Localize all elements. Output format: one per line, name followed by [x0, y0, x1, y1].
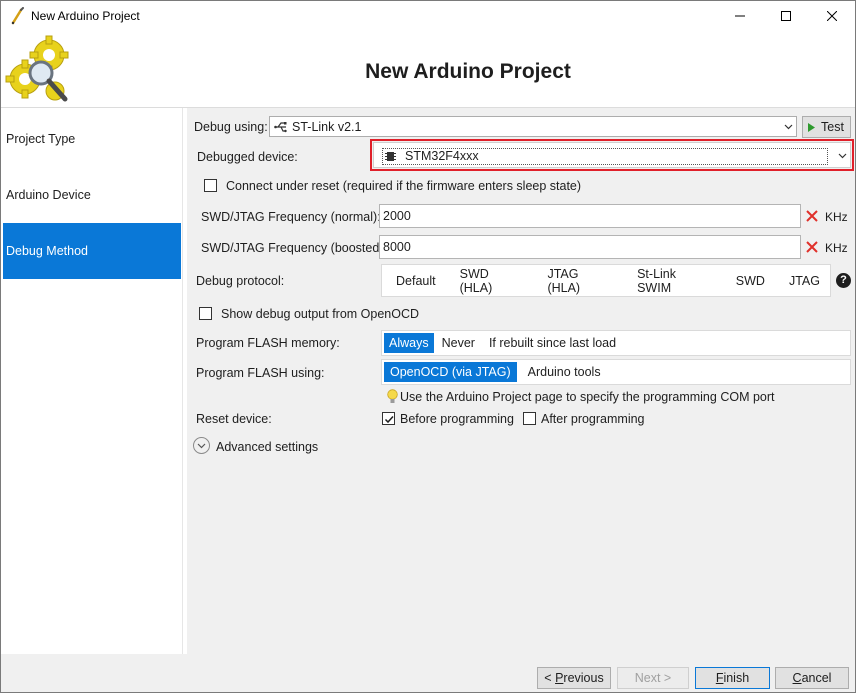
reset-device-label: Reset device: [196, 412, 272, 426]
minimize-button[interactable] [717, 1, 763, 31]
finish-rest: inish [723, 671, 750, 685]
protocol-option-swd[interactable]: SWD [726, 265, 779, 296]
finish-mnemonic: F [715, 671, 724, 685]
chevron-down-icon [784, 124, 793, 130]
sidebar-item-project-type[interactable]: Project Type [3, 111, 181, 167]
chevron-down-icon [838, 153, 847, 159]
debugged-device-label: Debugged device: [197, 150, 298, 164]
programming-hint: Use the Arduino Project page to specify … [400, 390, 775, 404]
sidebar-item-label: Debug Method [6, 244, 89, 258]
freq-normal-unit: KHz [825, 210, 848, 224]
window-title: New Arduino Project [31, 9, 140, 23]
chevron-down-icon [197, 443, 206, 449]
maximize-button[interactable] [763, 1, 809, 31]
debugged-device-dropdown[interactable]: STM32F4xxx [373, 142, 851, 168]
previous-button[interactable]: < Previous [537, 667, 611, 689]
protocol-option-default[interactable]: Default [386, 265, 450, 296]
show-debug-output-checkbox[interactable] [199, 307, 212, 320]
sidebar-item-label: Project Type [6, 132, 76, 146]
flash-using-selector: OpenOCD (via JTAG) Arduino tools [381, 359, 851, 385]
sidebar-item-arduino-device[interactable]: Arduino Device [3, 167, 181, 223]
protocol-option-jtag-hla[interactable]: JTAG (HLA) [537, 265, 627, 296]
close-icon [827, 11, 837, 21]
minimize-icon [735, 15, 745, 17]
flash-using-option-openocd[interactable]: OpenOCD (via JTAG) [384, 362, 517, 382]
flash-memory-selector: Always Never If rebuilt since last load [381, 330, 851, 356]
next-button[interactable]: Next > [617, 667, 689, 689]
checkmark-icon [384, 415, 394, 424]
previous-rest: revious [563, 671, 604, 685]
debugged-device-value: STM32F4xxx [405, 149, 479, 163]
error-x-icon [806, 241, 818, 253]
advanced-settings-expander[interactable] [193, 437, 210, 454]
debug-using-dropdown[interactable]: ST-Link v2.1 [269, 116, 797, 137]
reset-after-label: After programming [541, 412, 645, 426]
flash-using-label: Program FLASH using: [196, 366, 325, 380]
sidebar-item-debug-method[interactable]: Debug Method [3, 223, 181, 279]
reset-before-label: Before programming [400, 412, 514, 426]
play-icon [808, 122, 815, 132]
cancel-mnemonic: C [792, 671, 802, 685]
chip-icon [385, 152, 396, 161]
close-button[interactable] [809, 1, 855, 31]
previous-prefix: < [544, 671, 556, 685]
maximize-icon [781, 11, 791, 21]
title-bar: New Arduino Project [1, 1, 855, 31]
app-icon [11, 7, 24, 25]
debug-using-value: ST-Link v2.1 [292, 120, 362, 134]
protocol-option-stlink-swim[interactable]: St-Link SWIM [627, 265, 726, 296]
freq-normal-label: SWD/JTAG Frequency (normal): [201, 210, 381, 224]
cancel-rest: ancel [801, 671, 832, 685]
test-button[interactable]: Test [802, 116, 851, 138]
error-x-icon [806, 210, 818, 222]
test-button-label: Test [821, 120, 844, 134]
previous-mnemonic: P [555, 671, 564, 685]
wizard-header: New Arduino Project [1, 31, 855, 107]
protocol-option-jtag[interactable]: JTAG [779, 265, 830, 296]
debug-using-label: Debug using: [194, 120, 268, 134]
flash-memory-option-never[interactable]: Never [434, 331, 483, 355]
freq-boosted-label: SWD/JTAG Frequency (boosted): [201, 241, 387, 255]
wizard-sidebar: Project Type Arduino Device Debug Method [1, 108, 183, 654]
reset-before-checkbox[interactable] [382, 412, 395, 425]
debug-settings-panel: Debug using: ST-Link v2.1 Test Debugged … [187, 108, 855, 654]
page-title: New Arduino Project [365, 60, 571, 83]
usb-icon [274, 122, 287, 133]
connect-under-reset-checkbox[interactable] [204, 179, 217, 192]
flash-using-option-arduino-tools[interactable]: Arduino tools [517, 360, 612, 384]
protocol-option-swd-hla[interactable]: SWD (HLA) [450, 265, 538, 296]
wizard-footer: < Previous Next > Finish Cancel [1, 654, 855, 692]
flash-memory-label: Program FLASH memory: [196, 336, 340, 350]
lightbulb-icon [387, 389, 398, 403]
help-icon[interactable]: ? [836, 273, 851, 288]
reset-after-checkbox[interactable] [523, 412, 536, 425]
finish-button[interactable]: Finish [695, 667, 770, 689]
connect-under-reset-label: Connect under reset (required if the fir… [226, 179, 582, 193]
advanced-settings-label[interactable]: Advanced settings [216, 440, 318, 454]
sidebar-item-label: Arduino Device [6, 188, 91, 202]
debug-protocol-label: Debug protocol: [196, 274, 285, 288]
freq-boosted-unit: KHz [825, 241, 848, 255]
debug-protocol-selector: Default SWD (HLA) JTAG (HLA) St-Link SWI… [381, 264, 831, 297]
show-debug-output-label: Show debug output from OpenOCD [221, 307, 420, 321]
flash-memory-option-always[interactable]: Always [384, 333, 434, 353]
freq-normal-input[interactable]: 2000 [379, 204, 801, 228]
cancel-button[interactable]: Cancel [775, 667, 849, 689]
freq-boosted-input[interactable]: 8000 [379, 235, 801, 259]
dialog-window: New Arduino Project New Arduino Project … [0, 0, 856, 693]
flash-memory-option-if-rebuilt[interactable]: If rebuilt since last load [483, 331, 622, 355]
